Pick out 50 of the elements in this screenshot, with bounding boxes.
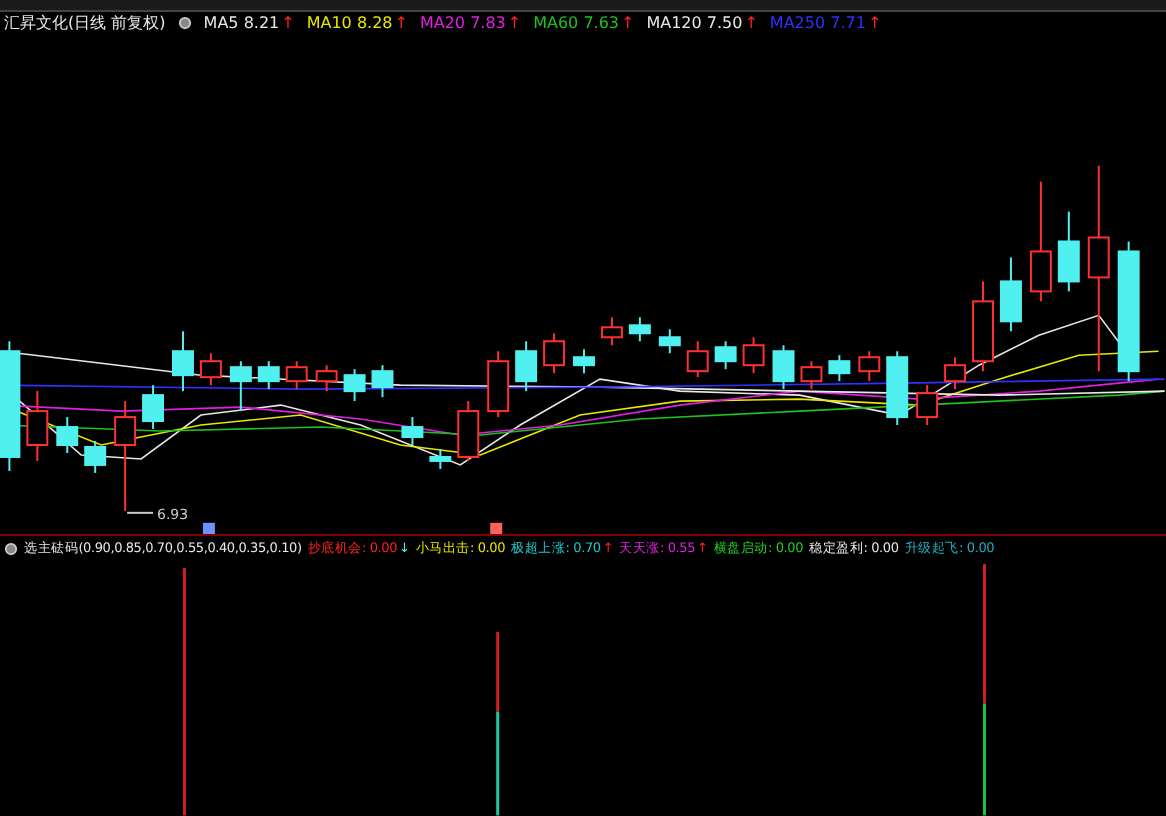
candlestick bbox=[429, 447, 452, 470]
candlestick bbox=[229, 360, 252, 412]
candlestick bbox=[1029, 180, 1052, 303]
candlestick bbox=[515, 340, 538, 393]
signal-marker-icon bbox=[490, 522, 503, 535]
settings-icon[interactable] bbox=[4, 541, 18, 556]
candlestick bbox=[257, 360, 280, 391]
candlestick bbox=[714, 340, 737, 371]
candlestick bbox=[142, 384, 165, 430]
candlestick bbox=[828, 354, 851, 383]
settings-icon[interactable] bbox=[177, 16, 192, 31]
candlestick bbox=[972, 280, 994, 373]
candlestick bbox=[573, 348, 595, 375]
candlestick bbox=[886, 350, 909, 426]
candlestick bbox=[56, 416, 79, 454]
moving-average-reading: MA20 7.83↑ bbox=[419, 14, 522, 33]
candlestick bbox=[401, 416, 424, 446]
candlestick bbox=[543, 332, 566, 375]
candlestick bbox=[457, 400, 480, 462]
candlestick bbox=[1117, 240, 1140, 383]
candlestick bbox=[285, 360, 308, 391]
candlestick bbox=[487, 350, 510, 418]
candlestick bbox=[172, 330, 194, 393]
moving-average-reading: MA60 7.63↑ bbox=[533, 14, 635, 33]
candlestick bbox=[742, 336, 765, 375]
moving-average-reading: MA120 7.50↑ bbox=[646, 14, 758, 33]
chart-title: 汇昇文化(日线 前复权) bbox=[4, 12, 166, 35]
candlestick bbox=[858, 350, 881, 383]
candlestick bbox=[628, 316, 651, 343]
signal-marker-icon bbox=[202, 522, 215, 535]
candlestick bbox=[343, 368, 366, 402]
candlestick bbox=[26, 390, 49, 462]
candlestick bbox=[658, 328, 681, 355]
moving-average-reading: MA10 8.28↑ bbox=[306, 14, 408, 33]
candlestick bbox=[916, 384, 939, 426]
candlestick bbox=[371, 364, 394, 398]
candlestick bbox=[686, 340, 709, 379]
moving-average-reading: MA250 7.71↑ bbox=[769, 14, 882, 33]
candlestick bbox=[114, 400, 137, 512]
candlestick bbox=[1000, 256, 1022, 333]
candlestick bbox=[800, 360, 823, 391]
candlestick bbox=[84, 439, 107, 474]
candlestick bbox=[315, 364, 338, 393]
moving-average-reading: MA5 8.21↑ bbox=[203, 14, 295, 33]
candlestick bbox=[0, 340, 21, 472]
candlestick bbox=[944, 356, 967, 391]
candlestick bbox=[600, 316, 623, 347]
candlestick bbox=[1057, 210, 1080, 293]
candlestick bbox=[199, 352, 222, 387]
candlestick bbox=[772, 344, 795, 391]
